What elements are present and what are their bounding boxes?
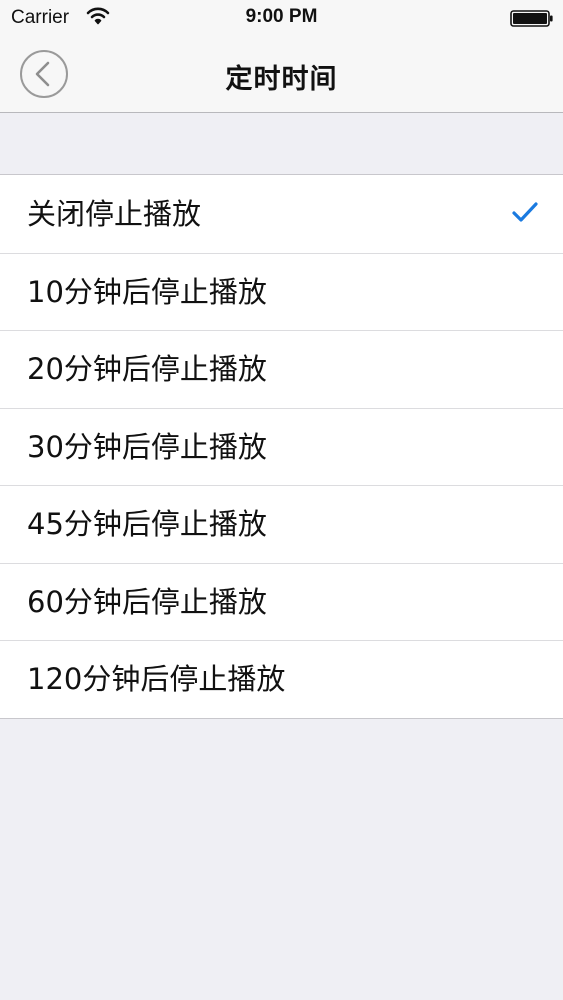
option-label: 关闭停止播放 <box>27 197 202 231</box>
page-title: 定时时间 <box>225 64 338 95</box>
option-label: 10分钟后停止播放 <box>27 274 267 309</box>
option-label: 120分钟后停止播放 <box>27 662 286 696</box>
option-label: 30分钟后停止播放 <box>27 429 267 464</box>
timer-option-60min[interactable]: 60分钟后停止播放 <box>0 562 563 641</box>
status-time: 9:00 PM <box>245 6 318 27</box>
timer-option-45min[interactable]: 45分钟后停止播放 <box>0 485 563 563</box>
option-label: 45分钟后停止播放 <box>27 507 267 541</box>
battery-icon <box>510 10 554 27</box>
option-label: 20分钟后停止播放 <box>27 352 267 386</box>
timer-option-10min[interactable]: 10分钟后停止播放 <box>0 252 563 331</box>
timer-options-list: 关闭停止播放 10分钟后停止播放 20分钟后停止播放 30分钟后停止播放 45分… <box>0 174 563 719</box>
navigation-bar: 定时时间 <box>0 38 563 113</box>
timer-option-120min[interactable]: 120分钟后停止播放 <box>0 640 563 718</box>
checkmark-icon <box>510 199 540 225</box>
option-label: 60分钟后停止播放 <box>27 584 267 619</box>
status-bar: Carrier 9:00 PM <box>0 0 563 38</box>
timer-option-20min[interactable]: 20分钟后停止播放 <box>0 330 563 408</box>
timer-option-30min[interactable]: 30分钟后停止播放 <box>0 407 563 486</box>
timer-option-off[interactable]: 关闭停止播放 <box>0 175 563 253</box>
top-bar: Carrier 9:00 PM 定时时间 <box>0 0 563 113</box>
